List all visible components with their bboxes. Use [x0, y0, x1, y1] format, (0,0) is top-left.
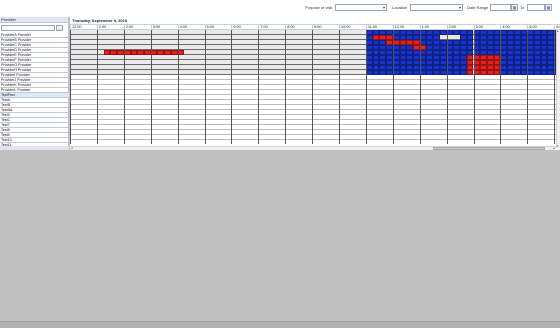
hour-gridline — [70, 30, 71, 144]
calendar-icon[interactable]: ▦ — [511, 4, 518, 11]
hour-gridline — [527, 30, 529, 144]
hour-gridline — [312, 30, 314, 144]
scroll-left-icon[interactable]: ◂ — [71, 147, 73, 150]
hour-gridline — [177, 30, 179, 144]
schedule-view: Thursday, September 9, 2010 12:00 1:00 2:0… — [70, 17, 560, 150]
status-bar — [0, 321, 560, 328]
chevron-down-icon: ▾ — [458, 5, 461, 10]
location-select[interactable]: ▾ — [410, 4, 463, 11]
scroll-up-icon[interactable]: ▴ — [557, 30, 559, 33]
purpose-of-visit-select[interactable]: ▾ — [335, 4, 387, 11]
location-label: Location — [392, 5, 408, 10]
calendar-icon[interactable]: ▦ — [545, 4, 552, 11]
schedule-grid[interactable] — [70, 30, 560, 144]
hour-gridline — [96, 30, 98, 144]
schedule-row[interactable] — [70, 140, 560, 144]
hour-gridline — [285, 30, 287, 144]
purpose-of-visit-label: Purpose of visit — [305, 5, 333, 10]
date-range-label: Date Range — [467, 5, 489, 10]
horizontal-scrollbar[interactable]: ◂ ▸ — [70, 146, 556, 150]
hour-gridline — [500, 30, 502, 144]
chevron-down-icon: ▾ — [382, 5, 385, 10]
schedule-date-title: Thursday, September 9, 2010 — [70, 17, 560, 24]
scroll-down-icon[interactable]: ▾ — [557, 145, 559, 148]
hour-gridline — [258, 30, 260, 144]
date-to-input[interactable] — [527, 4, 545, 11]
provider-panel-header: Provider — [0, 17, 68, 23]
hour-gridline — [473, 30, 475, 144]
filter-toolbar: Purpose of visit ▾ Location ▾ Date Range… — [0, 0, 560, 17]
date-from-input[interactable] — [490, 4, 511, 11]
hour-gridline — [204, 30, 206, 144]
horizontal-scroll-thumb[interactable] — [433, 147, 545, 150]
hour-gridline — [419, 30, 421, 144]
hour-gridline — [339, 30, 340, 144]
provider-search-input[interactable] — [1, 25, 55, 31]
provider-panel: Provider … ProviderA Provider ProviderB P… — [0, 17, 69, 150]
provider-search-button[interactable]: … — [56, 25, 63, 31]
hour-gridline — [123, 30, 125, 144]
hour-gridline — [365, 30, 367, 144]
hour-gridline — [392, 30, 394, 144]
hour-gridline — [231, 30, 233, 144]
hour-gridline — [150, 30, 152, 144]
to-label: To — [520, 5, 525, 10]
vertical-scrollbar[interactable]: ▴ ▾ — [556, 30, 560, 148]
hour-gridline — [446, 30, 448, 144]
scroll-right-icon[interactable]: ▸ — [553, 147, 555, 150]
provider-panel-footer — [0, 146, 69, 150]
